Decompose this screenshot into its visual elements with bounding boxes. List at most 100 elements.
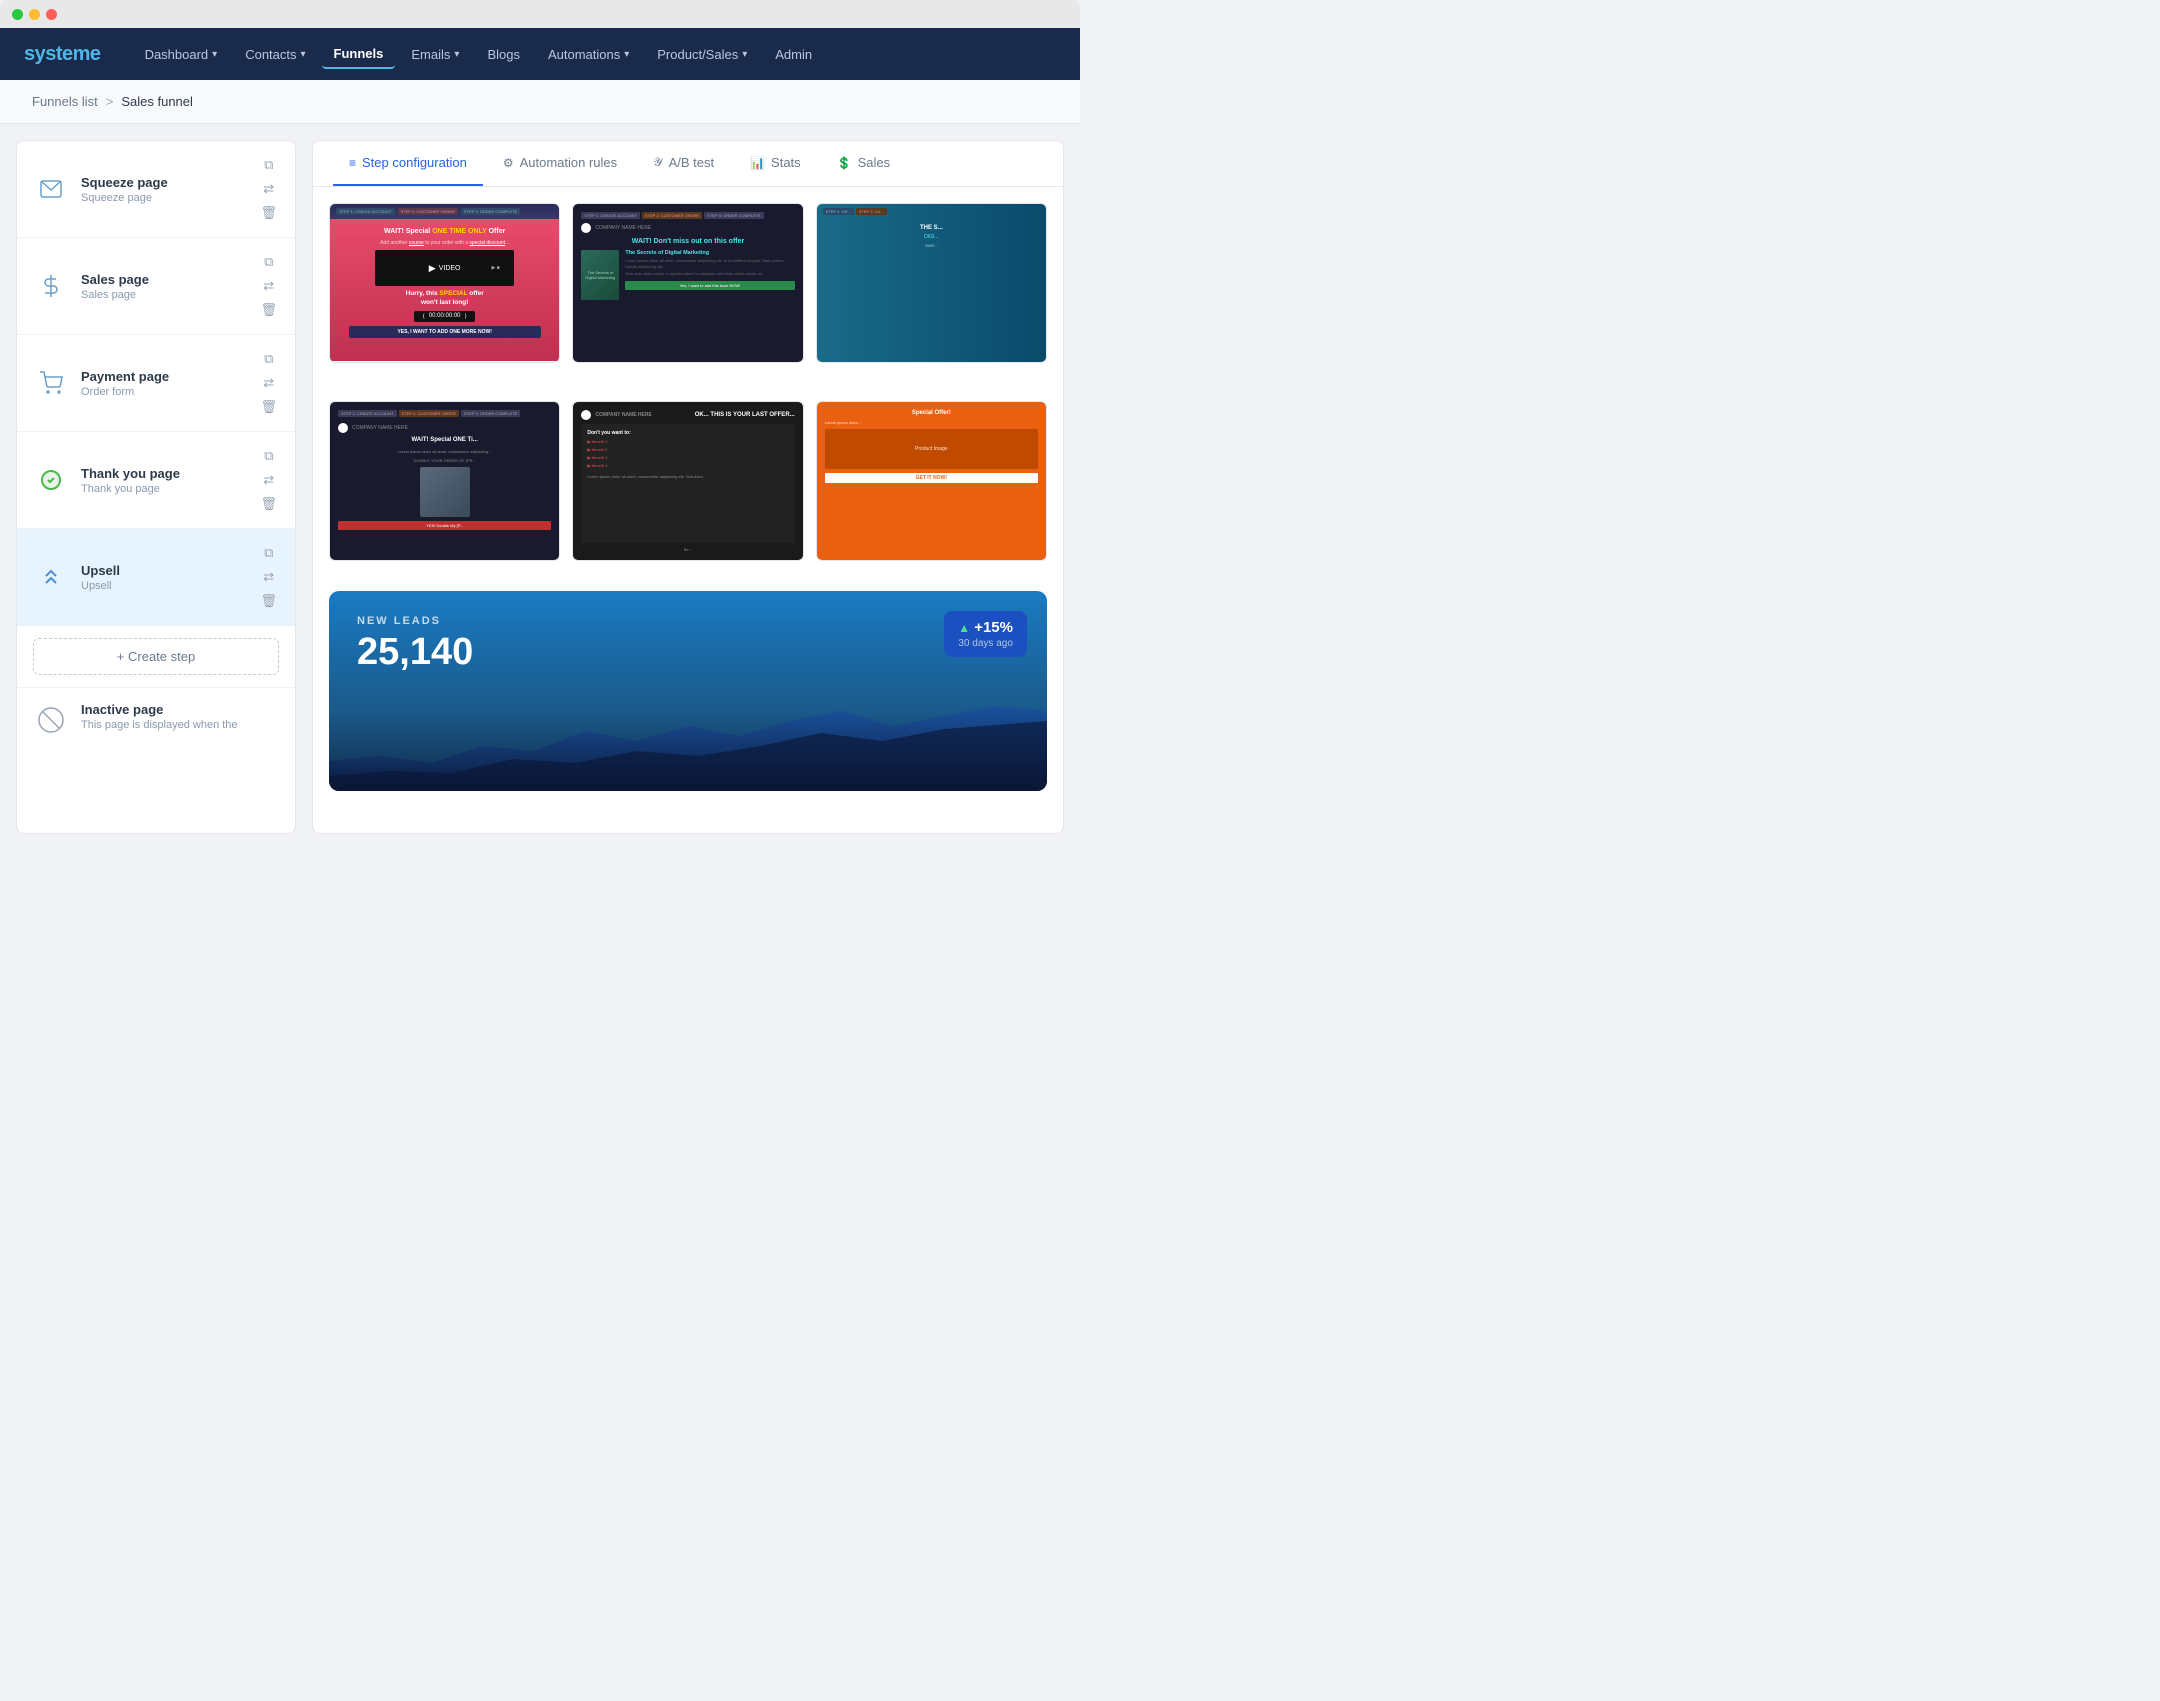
breadcrumb-parent[interactable]: Funnels list — [32, 94, 98, 109]
step-payment-title: Payment page — [81, 369, 246, 384]
breadcrumb: Funnels list > Sales funnel — [32, 94, 1048, 109]
stats-value: 25,140 — [357, 631, 1019, 674]
nav-item-dashboard[interactable]: Dashboard ▾ — [133, 41, 230, 68]
copy-icon[interactable]: ⧉ — [262, 543, 275, 563]
dot-red[interactable] — [46, 9, 57, 20]
delete-icon[interactable]: 🗑 — [258, 397, 279, 417]
step-squeeze-actions: ⧉ ⇄ 🗑 — [258, 155, 279, 223]
breadcrumb-current: Sales funnel — [121, 94, 193, 109]
nav-item-product-sales[interactable]: Product/Sales ▾ — [645, 41, 759, 68]
share-icon[interactable]: ⇄ — [261, 470, 276, 490]
nav-item-emails[interactable]: Emails ▾ — [399, 41, 471, 68]
share-icon[interactable]: ⇄ — [261, 567, 276, 587]
create-step-button[interactable]: + Create step — [33, 638, 279, 675]
step-upsell-actions: ⧉ ⇄ 🗑 — [258, 543, 279, 611]
delete-icon[interactable]: 🗑 — [258, 494, 279, 514]
step-payment-subtitle: Order form — [81, 386, 246, 398]
top-nav: systeme Dashboard ▾ Contacts ▾ Funnels E… — [0, 28, 1080, 80]
step-squeeze-info: Squeeze page Squeeze page — [81, 175, 246, 204]
dollar-icon — [33, 268, 69, 304]
email-icon — [33, 171, 69, 207]
inactive-page-title: Inactive page — [81, 702, 279, 717]
templates-grid: STEP 1: CREATE ACCOUNT STEP 2: CUSTOMER … — [313, 187, 1063, 833]
step-sales[interactable]: Sales page Sales page ⧉ ⇄ 🗑 — [17, 238, 295, 335]
step-upsell-subtitle: Upsell — [81, 580, 246, 592]
share-icon[interactable]: ⇄ — [261, 276, 276, 296]
mountain-chart — [329, 691, 1047, 791]
step-thankyou-title: Thank you page — [81, 466, 246, 481]
breadcrumb-separator: > — [106, 94, 114, 109]
left-panel: Squeeze page Squeeze page ⧉ ⇄ 🗑 Sales pa… — [16, 140, 296, 834]
browser-chrome — [0, 0, 1080, 28]
nav-item-funnels[interactable]: Funnels — [322, 40, 396, 69]
stats-icon: 📊 — [750, 156, 765, 170]
chevron-down-icon: ▾ — [301, 49, 306, 60]
step-thankyou[interactable]: Thank you page Thank you page ⧉ ⇄ 🗑 — [17, 432, 295, 529]
step-payment-actions: ⧉ ⇄ 🗑 — [258, 349, 279, 417]
check-icon — [33, 462, 69, 498]
step-payment[interactable]: Payment page Order form ⧉ ⇄ 🗑 — [17, 335, 295, 432]
tab-sales[interactable]: 💲 Sales — [821, 141, 906, 186]
stats-badge: ▲ +15% 30 days ago — [944, 611, 1027, 657]
step-thankyou-subtitle: Thank you page — [81, 483, 246, 495]
inactive-page-item: Inactive page This page is displayed whe… — [17, 687, 295, 752]
step-sales-subtitle: Sales page — [81, 289, 246, 301]
step-sales-actions: ⧉ ⇄ 🗑 — [258, 252, 279, 320]
inactive-page-info: Inactive page This page is displayed whe… — [81, 702, 279, 731]
step-upsell[interactable]: Upsell Upsell ⧉ ⇄ 🗑 — [17, 529, 295, 626]
step-squeeze[interactable]: Squeeze page Squeeze page ⧉ ⇄ 🗑 — [17, 141, 295, 238]
step-thankyou-info: Thank you page Thank you page — [81, 466, 246, 495]
stats-percent: +15% — [974, 619, 1013, 636]
cart-icon — [33, 365, 69, 401]
main-layout: Squeeze page Squeeze page ⧉ ⇄ 🗑 Sales pa… — [0, 124, 1080, 850]
chevron-down-icon: ▾ — [212, 49, 217, 60]
stats-label: NEW LEADS — [357, 615, 1019, 627]
step-sales-info: Sales page Sales page — [81, 272, 246, 301]
template-card-blue-partial[interactable]: STEP 1: CR... STEP 2: CU... THE S... DIG… — [816, 203, 1047, 363]
inactive-page-subtitle: This page is displayed when the — [81, 719, 279, 731]
template-card-dark-shirt[interactable]: STEP 1: CREATE ACCOUNT STEP 2: CUSTOMER … — [329, 401, 560, 561]
step-upsell-info: Upsell Upsell — [81, 563, 246, 592]
right-panel: ≡ Step configuration ⚙ Automation rules … — [312, 140, 1064, 834]
chevron-down-icon: ▾ — [624, 49, 629, 60]
tab-ab-test[interactable]: 𝒴 A/B test — [637, 141, 730, 186]
step-sales-title: Sales page — [81, 272, 246, 287]
gear-icon: ⚙ — [503, 156, 514, 170]
share-icon[interactable]: ⇄ — [261, 179, 276, 199]
step-payment-info: Payment page Order form — [81, 369, 246, 398]
step-squeeze-title: Squeeze page — [81, 175, 246, 190]
step-squeeze-subtitle: Squeeze page — [81, 192, 246, 204]
tab-step-configuration[interactable]: ≡ Step configuration — [333, 141, 483, 186]
template-card-dark-book[interactable]: STEP 1: CREATE ACCOUNT STEP 2: CUSTOMER … — [572, 203, 803, 363]
tabs-bar: ≡ Step configuration ⚙ Automation rules … — [313, 141, 1063, 187]
upsell-icon — [33, 559, 69, 595]
list-icon: ≡ — [349, 156, 356, 170]
template-card-last-offer[interactable]: COMPANY NAME HERE OK... THIS IS YOUR LAS… — [572, 401, 803, 561]
delete-icon[interactable]: 🗑 — [258, 203, 279, 223]
template-card-pink-upsell[interactable]: STEP 1: CREATE ACCOUNT STEP 2: CUSTOMER … — [329, 203, 560, 363]
delete-icon[interactable]: 🗑 — [258, 300, 279, 320]
dot-green[interactable] — [12, 9, 23, 20]
step-thankyou-actions: ⧉ ⇄ 🗑 — [258, 446, 279, 514]
ab-test-icon: 𝒴 — [653, 155, 662, 170]
nav-item-admin[interactable]: Admin — [763, 41, 824, 68]
logo[interactable]: systeme — [24, 43, 101, 66]
copy-icon[interactable]: ⧉ — [262, 446, 275, 466]
breadcrumb-bar: Funnels list > Sales funnel — [0, 80, 1080, 124]
nav-item-blogs[interactable]: Blogs — [475, 41, 532, 68]
copy-icon[interactable]: ⧉ — [262, 252, 275, 272]
tab-stats[interactable]: 📊 Stats — [734, 141, 817, 186]
copy-icon[interactable]: ⧉ — [262, 155, 275, 175]
chevron-down-icon: ▾ — [742, 49, 747, 60]
stats-overlay: NEW LEADS 25,140 ▲ +15% 30 days ago — [329, 591, 1047, 791]
nav-item-automations[interactable]: Automations ▾ — [536, 41, 641, 68]
stats-trend-icon: ▲ — [958, 621, 970, 635]
copy-icon[interactable]: ⧉ — [262, 349, 275, 369]
tab-automation-rules[interactable]: ⚙ Automation rules — [487, 141, 633, 186]
nav-item-contacts[interactable]: Contacts ▾ — [233, 41, 317, 68]
template-card-orange[interactable]: Special Offer! Lorem ipsum dolor... Prod… — [816, 401, 1047, 561]
step-upsell-title: Upsell — [81, 563, 246, 578]
dot-yellow[interactable] — [29, 9, 40, 20]
delete-icon[interactable]: 🗑 — [258, 591, 279, 611]
share-icon[interactable]: ⇄ — [261, 373, 276, 393]
